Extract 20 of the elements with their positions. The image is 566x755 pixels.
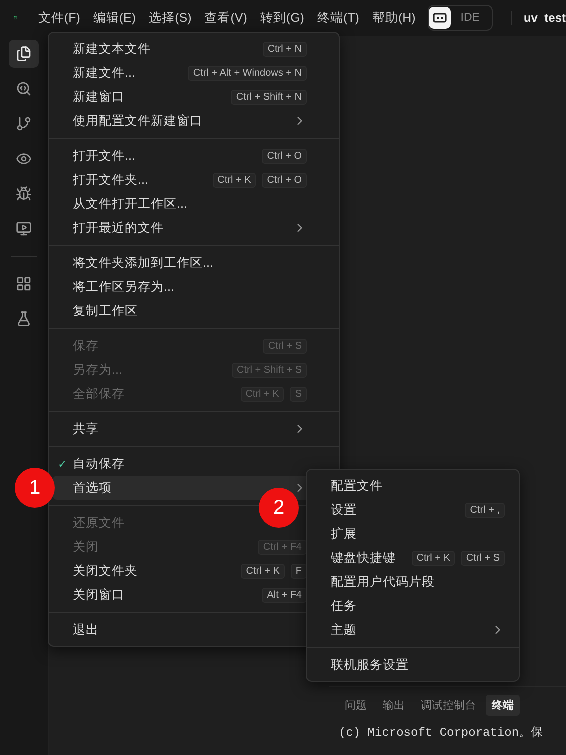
shortcut-key: Ctrl + S [263, 338, 307, 354]
shortcut-key: Ctrl + K [212, 172, 256, 188]
shortcut-key: Ctrl + O [262, 148, 307, 164]
window-title: uv_test [510, 11, 566, 25]
shortcut-key: Ctrl + Alt + Windows + N [188, 66, 307, 80]
shortcut-key: Ctrl + F4 [258, 540, 307, 554]
terminal-line: (c) Microsoft Corporation。保 [339, 725, 544, 741]
shortcut-key: Ctrl + Shift + S [232, 362, 307, 378]
shortcut-key: Ctrl + , [465, 502, 505, 518]
check-icon: ✓ [58, 458, 68, 470]
shortcut-key: Ctrl + Shift + N [231, 90, 307, 104]
shortcut-key: Alt + F4 [262, 588, 307, 602]
shortcut-key: S [290, 386, 307, 402]
shortcut-key: Ctrl + N [262, 42, 307, 56]
shortcut-key: Ctrl + K [241, 564, 285, 578]
shortcut-key: Ctrl + S [461, 550, 505, 566]
shortcut-key: Ctrl + K [412, 550, 456, 566]
shortcut-key: Ctrl + K [240, 386, 284, 402]
shortcut-key: F [290, 564, 307, 578]
shortcut-key: Ctrl + O [262, 172, 307, 188]
